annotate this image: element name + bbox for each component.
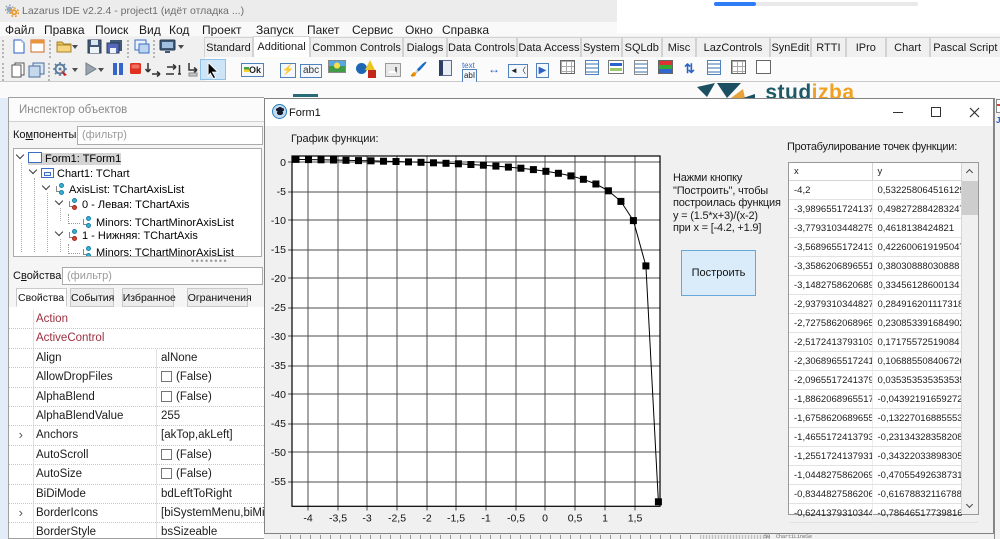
svg-text:-3: -3 — [362, 512, 371, 524]
svg-text:-1,5: -1,5 — [447, 512, 465, 524]
svg-text:-3,5: -3,5 — [329, 512, 347, 524]
svg-text:-10: -10 — [271, 215, 286, 227]
svg-text:-5: -5 — [277, 186, 286, 198]
svg-text:-0,5: -0,5 — [507, 512, 525, 524]
svg-text:-1: -1 — [481, 512, 490, 524]
svg-text:0: 0 — [542, 512, 548, 524]
svg-text:-2: -2 — [422, 512, 431, 524]
svg-text:-30: -30 — [271, 331, 286, 343]
svg-text:-55: -55 — [271, 476, 286, 488]
svg-text:0,5: 0,5 — [568, 512, 583, 524]
svg-text:1: 1 — [602, 512, 608, 524]
svg-text:-40: -40 — [271, 389, 286, 401]
svg-text:1,5: 1,5 — [628, 512, 643, 524]
svg-text:-20: -20 — [271, 273, 286, 285]
svg-text:0: 0 — [280, 157, 286, 169]
svg-text:-4: -4 — [303, 512, 312, 524]
svg-text:-2,5: -2,5 — [388, 512, 406, 524]
svg-text:-50: -50 — [271, 447, 286, 459]
svg-text:-15: -15 — [271, 244, 286, 256]
svg-text:-35: -35 — [271, 360, 286, 372]
svg-text:-45: -45 — [271, 418, 286, 430]
svg-text:-25: -25 — [271, 302, 286, 314]
